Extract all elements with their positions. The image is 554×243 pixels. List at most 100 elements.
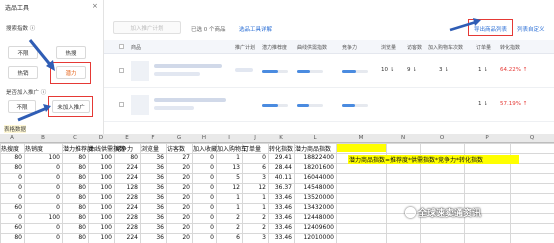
sheet-cell[interactable]: 16044000 [294, 174, 334, 181]
sheet-cell[interactable]: 80 [62, 184, 86, 191]
sheet-cell[interactable]: 0 [192, 204, 214, 211]
sheet-cell[interactable]: 20 [166, 224, 190, 231]
sheet-cell[interactable]: 2 [216, 214, 240, 221]
sheet-cell[interactable]: 60 [0, 224, 22, 231]
table-row[interactable]: 10 ⇂ 9 ⇂ 3 ⇂ 1 ⇂ 64.22% ↑ [104, 56, 554, 88]
sheet-cell[interactable]: 1 [242, 194, 266, 201]
sheet-cell[interactable]: 80 [62, 204, 86, 211]
tool-tutorial-link[interactable]: 选品工具详解 [239, 25, 272, 33]
sheet-cell[interactable]: 20 [166, 204, 190, 211]
sheet-cell[interactable]: 224 [114, 164, 138, 171]
sheet-cell[interactable]: 100 [88, 194, 112, 201]
sheet-cell[interactable]: 0 [0, 174, 22, 181]
sheet-cell[interactable]: 0 [242, 154, 266, 161]
sheet-cell[interactable]: 1 [216, 154, 240, 161]
sheet-cell[interactable]: 33.46 [268, 204, 292, 211]
sheet-cell[interactable]: 0 [24, 204, 60, 211]
sheet-header-cell[interactable]: 热销度 [25, 144, 43, 153]
sheet-cell[interactable]: 36 [140, 184, 164, 191]
sheet-cell[interactable]: 224 [114, 204, 138, 211]
sheet-cell[interactable]: 33.46 [268, 214, 292, 221]
sheet-cell[interactable]: 80 [0, 234, 22, 241]
sheet-cell[interactable]: 100 [88, 164, 112, 171]
sheet-cell[interactable]: 0 [24, 174, 60, 181]
sheet-cell[interactable]: 36 [140, 164, 164, 171]
sheet-cell[interactable]: 20 [166, 174, 190, 181]
sheet-cell[interactable]: 100 [88, 184, 112, 191]
product-title[interactable] [154, 64, 222, 68]
sheet-cell[interactable]: 12 [216, 184, 240, 191]
select-all-checkbox[interactable] [119, 44, 124, 49]
sheet-cell[interactable]: 33.46 [268, 224, 292, 231]
sheet-cell[interactable]: 36 [140, 224, 164, 231]
sheet-cell[interactable]: 80 [62, 234, 86, 241]
sheet-header-cell[interactable]: 浏览量 [141, 144, 159, 153]
sheet-cell[interactable]: 0 [0, 184, 22, 191]
sheet-cell[interactable]: 14548000 [294, 184, 334, 191]
sheet-header-cell[interactable]: 潜力商品指数 [295, 144, 331, 153]
sheet-cell[interactable]: 0 [24, 194, 60, 201]
sheet-cell[interactable]: 0 [192, 184, 214, 191]
sheet-cell[interactable]: 36 [140, 174, 164, 181]
sheet-cell[interactable]: 100 [88, 224, 112, 231]
product-thumbnail[interactable] [131, 61, 149, 81]
sheet-cell[interactable]: 0 [192, 164, 214, 171]
sheet-cell[interactable]: 29.41 [268, 154, 292, 161]
sheet-cell[interactable]: 2 [216, 224, 240, 231]
sheet-cell[interactable]: 100 [24, 214, 60, 221]
sheet-cell[interactable]: 12010000 [294, 234, 334, 241]
sheet-cell[interactable]: 20 [166, 184, 190, 191]
sheet-cell[interactable]: 13432000 [294, 204, 334, 211]
sheet-cell[interactable]: 12409600 [294, 224, 334, 231]
sheet-cell[interactable]: 100 [24, 154, 60, 161]
sheet-header-cell[interactable]: 访客数 [167, 144, 185, 153]
sheet-header-cell[interactable]: 竞争力 [115, 144, 133, 153]
sheet-cell[interactable]: 40.11 [268, 174, 292, 181]
sheet-cell[interactable]: 80 [62, 224, 86, 231]
sheet-cell[interactable]: 60 [0, 204, 22, 211]
table-row[interactable]: 1 ⇂ 57.19% ↑ [104, 90, 554, 122]
sheet-cell[interactable]: 12 [242, 184, 266, 191]
product-title[interactable] [154, 98, 226, 102]
sheet-cell[interactable]: 18822400 [294, 154, 334, 161]
sheet-cell[interactable]: 33.46 [268, 234, 292, 241]
row-checkbox[interactable] [119, 68, 124, 73]
row-checkbox[interactable] [119, 102, 124, 107]
sheet-cell[interactable]: 0 [192, 194, 214, 201]
sheet-cell[interactable]: 80 [62, 174, 86, 181]
sheet-cell[interactable]: 80 [62, 154, 86, 161]
sheet-cell[interactable]: 1 [216, 194, 240, 201]
sheet-cell[interactable]: 36 [140, 194, 164, 201]
sheet-cell[interactable]: 0 [192, 214, 214, 221]
sheet-cell[interactable]: 224 [114, 174, 138, 181]
sheet-cell[interactable]: 100 [88, 154, 112, 161]
sheet-cell[interactable]: 0 [0, 214, 22, 221]
sheet-cell[interactable]: 0 [24, 164, 60, 171]
product-thumbnail[interactable] [131, 95, 149, 115]
sheet-cell[interactable]: 0 [0, 194, 22, 201]
sheet-cell[interactable]: 6 [242, 164, 266, 171]
sheet-cell[interactable]: 0 [24, 234, 60, 241]
sheet-header-cell[interactable]: 热搜度 [1, 144, 19, 153]
sheet-cell[interactable]: 80 [0, 154, 22, 161]
sheet-header-cell[interactable]: 订单量 [243, 144, 261, 153]
sheet-cell[interactable]: 36 [140, 234, 164, 241]
sheet-cell[interactable]: 0 [24, 184, 60, 191]
sheet-cell[interactable]: 20 [166, 164, 190, 171]
sheet-cell[interactable]: 224 [114, 234, 138, 241]
sheet-cell[interactable]: 1 [242, 204, 266, 211]
sheet-cell[interactable]: 20 [166, 194, 190, 201]
sheet-cell[interactable]: 0 [192, 224, 214, 231]
sheet-cell[interactable]: 80 [0, 164, 22, 171]
sheet-cell[interactable]: 13 [216, 164, 240, 171]
sheet-cell[interactable]: 100 [88, 214, 112, 221]
sheet-cell[interactable]: 3 [242, 234, 266, 241]
sheet-cell[interactable]: 36 [140, 154, 164, 161]
sheet-cell[interactable]: 0 [192, 174, 214, 181]
sheet-cell[interactable]: 100 [88, 234, 112, 241]
sheet-header-cell[interactable]: 加入收藏 [193, 144, 217, 153]
sheet-cell[interactable]: 2 [242, 224, 266, 231]
sheet-cell[interactable]: 80 [62, 164, 86, 171]
sheet-cell[interactable]: 20 [166, 234, 190, 241]
sheet-cell[interactable]: 128 [114, 184, 138, 191]
